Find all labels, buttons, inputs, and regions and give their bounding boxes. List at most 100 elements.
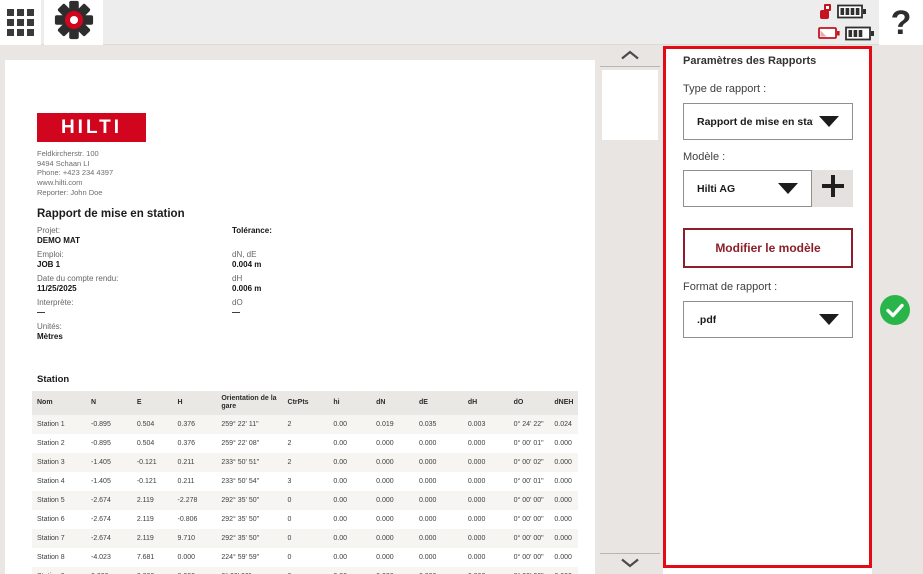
report-type-dropdown[interactable]: Rapport de mise en stati [683,103,853,140]
grid-menu-icon [7,9,34,36]
scroll-up-button[interactable] [600,45,660,67]
table-cell: 0° 00' 00" [509,567,550,574]
station-table: NomNEHOrientation de la gareCtrPtshidNdE… [32,391,578,574]
table-header-cell: hi [328,391,371,415]
table-cell: 0° 00' 01" [509,434,550,453]
table-cell: 233° 50' 54" [216,472,282,491]
table-cell: 0° 00' 00" [509,529,550,548]
table-cell: 0.000 [549,453,578,472]
table-cell: 0.000 [549,510,578,529]
table-cell: 0.024 [549,415,578,434]
table-header-cell: E [132,391,173,415]
table-cell: 0.000 [414,548,463,567]
table-cell: 0.504 [132,434,173,453]
dropdown-caret-icon [778,183,798,194]
address-line: Feldkircherstr. 100 [37,149,113,159]
add-template-button[interactable] [812,170,853,207]
report-type-value: Rapport de mise en stati [697,116,813,128]
info-pair: Interprète:— [37,298,222,318]
table-header-cell: CtrPts [283,391,329,415]
info-value: 0.006 m [232,284,382,294]
table-cell: 0.000 [463,472,509,491]
dropdown-caret-icon [819,116,839,127]
preview-scrollbar[interactable] [600,45,660,574]
table-cell: 2.119 [132,510,173,529]
table-cell: 0 [283,567,329,574]
table-cell: 0.00 [328,567,371,574]
table-cell: 0.000 [173,567,217,574]
table-cell: 0.000 [463,510,509,529]
success-check-icon[interactable] [879,294,911,326]
table-cell: 0.00 [328,415,371,434]
report-settings-panel: Paramètres des Rapports Type de rapport … [663,46,872,568]
table-header-cell: dN [371,391,414,415]
table-cell: 0.000 [414,491,463,510]
table-cell: Station 6 [32,510,86,529]
table-cell: 9.710 [173,529,217,548]
table-cell: 0 [283,491,329,510]
chevron-down-icon [620,555,640,573]
table-cell: -2.278 [173,491,217,510]
table-cell: 2 [283,434,329,453]
table-cell: -2.674 [86,510,132,529]
table-cell: 0.003 [463,415,509,434]
table-cell: 259° 22' 08" [216,434,282,453]
table-cell: 0.000 [549,472,578,491]
plus-icon [821,174,845,203]
table-cell: -2.674 [86,491,132,510]
edit-template-button[interactable]: Modifier le modèle [683,228,853,268]
scrollbar-thumb[interactable] [602,70,658,140]
table-cell: 0° 00' 00" [216,567,282,574]
table-header-cell: dO [509,391,550,415]
table-cell: 0.000 [463,529,509,548]
report-title: Rapport de mise en station [37,208,185,220]
table-cell: 2.119 [132,529,173,548]
table-cell: -0.121 [132,472,173,491]
table-cell: 0.00 [328,548,371,567]
table-cell: 0.000 [414,510,463,529]
table-cell: 0.00 [328,434,371,453]
help-button[interactable]: ? [879,0,923,45]
info-label: dH [232,274,382,284]
table-cell: 259° 22' 11" [216,415,282,434]
table-row: Station 8-4.0237.6810.000224° 59' 59"00.… [32,548,578,567]
scroll-down-button[interactable] [600,553,660,574]
template-dropdown[interactable]: Hilti AG [683,170,812,207]
report-format-dropdown[interactable]: .pdf [683,301,853,338]
table-cell: 0.000 [371,491,414,510]
table-cell: 0.211 [173,472,217,491]
settings-button[interactable] [44,0,103,45]
table-cell: 0.000 [549,434,578,453]
report-preview-page[interactable]: HILTI Feldkircherstr. 1009494 Schaan LI P… [5,60,595,574]
info-pair: Emploi:JOB 1 [37,250,222,270]
dropdown-caret-icon [819,314,839,325]
table-cell: 0.000 [414,567,463,574]
table-cell: 0.000 [549,529,578,548]
info-label: Projet: [37,226,222,236]
address-line: 9494 Schaan LI [37,159,113,169]
table-cell: 0.000 [371,510,414,529]
table-cell: -1.405 [86,472,132,491]
info-value: — [37,308,222,318]
info-pair: dO— [232,298,382,318]
tool-battery-full-icon [837,3,867,25]
hilti-logo: HILTI [37,113,146,142]
table-cell: Station 3 [32,453,86,472]
apps-menu-button[interactable] [0,0,41,45]
battery-status-area [818,1,874,44]
table-cell: 292° 35' 50" [216,510,282,529]
table-cell: -4.023 [86,548,132,567]
info-pair: Date du compte rendu:11/25/2025 [37,274,222,294]
table-cell: Station 8 [32,548,86,567]
table-row: Station 4-1.405-0.1210.211233° 50' 54"30… [32,472,578,491]
table-cell: 0.000 [371,529,414,548]
address-line: Reporter: John Doe [37,188,113,198]
info-label: Unités: [37,322,222,332]
template-label: Modèle : [683,151,725,163]
station-section-heading: Station [37,374,69,385]
table-cell: 0.000 [371,453,414,472]
controller-battery-medium-icon [845,25,875,47]
table-cell: Station 9 [32,567,86,574]
info-pair: dH0.006 m [232,274,382,294]
table-cell: 0° 00' 00" [509,510,550,529]
